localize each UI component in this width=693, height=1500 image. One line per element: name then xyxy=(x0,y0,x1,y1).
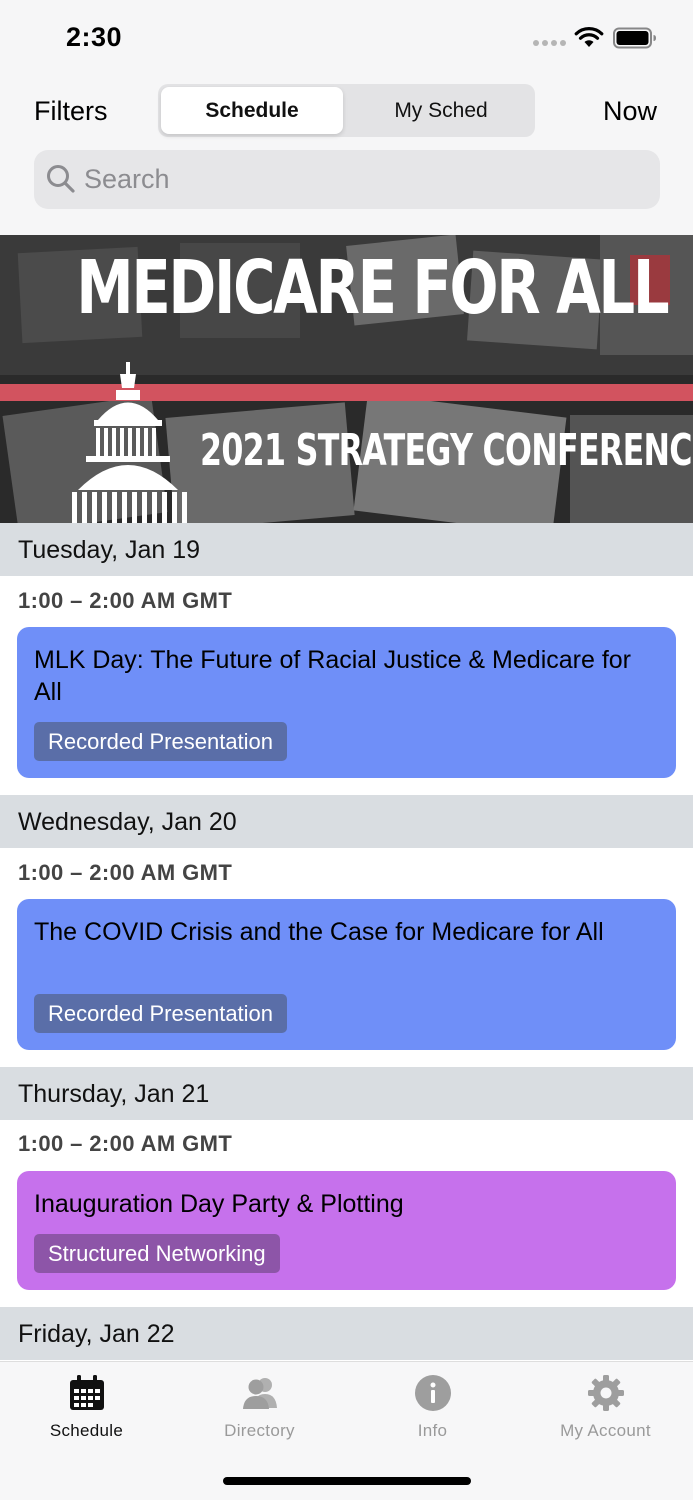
session-card[interactable]: MLK Day: The Future of Racial Justice & … xyxy=(17,627,676,778)
nav-row: Filters Schedule My Sched Now xyxy=(0,84,693,138)
capitol-dome-icon xyxy=(72,362,187,523)
session-card[interactable]: The COVID Crisis and the Case for Medica… xyxy=(17,899,676,1050)
segment-my-sched[interactable]: My Sched xyxy=(350,87,532,134)
session-type-tag: Recorded Presentation xyxy=(34,722,288,761)
session-title: The COVID Crisis and the Case for Medica… xyxy=(34,918,604,946)
day-header-label: Wednesday, Jan 20 xyxy=(18,808,237,836)
wifi-icon xyxy=(574,27,604,47)
search-input[interactable] xyxy=(82,150,642,209)
battery-icon xyxy=(613,27,656,49)
tab-label: Directory xyxy=(224,1421,295,1440)
tab-directory[interactable]: Directory xyxy=(173,1362,346,1452)
session-type-tag: Recorded Presentation xyxy=(34,994,288,1033)
session-card[interactable]: Inauguration Day Party & Plotting Struct… xyxy=(17,1171,676,1290)
search-bar[interactable] xyxy=(34,150,660,209)
schedule-segmented-control: Schedule My Sched xyxy=(158,84,535,137)
session-time: 1:00 – 2:00 AM GMT xyxy=(18,1131,233,1156)
tab-schedule[interactable]: Schedule xyxy=(0,1362,173,1452)
tab-my-account[interactable]: My Account xyxy=(519,1362,692,1452)
session-time: 1:00 – 2:00 AM GMT xyxy=(18,860,233,885)
session-title: Inauguration Day Party & Plotting xyxy=(34,1190,404,1218)
day-header-label: Friday, Jan 22 xyxy=(18,1320,175,1348)
day-header: Thursday, Jan 21 xyxy=(0,1067,693,1120)
tab-label: Schedule xyxy=(49,1421,124,1440)
people-icon xyxy=(243,1378,277,1409)
session-type-tag: Structured Networking xyxy=(34,1234,280,1273)
conference-banner: MEDICARE FOR ALL 2021 STRATEGY CONFERENC… xyxy=(0,235,693,523)
day-header: Tuesday, Jan 19 xyxy=(0,523,693,576)
banner-title: MEDICARE FOR ALL xyxy=(76,245,669,331)
status-time: 2:30 xyxy=(66,22,123,52)
segment-schedule[interactable]: Schedule xyxy=(161,87,343,134)
day-header: Friday, Jan 22 xyxy=(0,1307,693,1360)
tab-label: Info xyxy=(417,1421,448,1440)
tab-label: My Account xyxy=(560,1421,651,1440)
day-header: Wednesday, Jan 20 xyxy=(0,795,693,848)
calendar-icon xyxy=(70,1375,104,1410)
session-time: 1:00 – 2:00 AM GMT xyxy=(18,588,233,613)
home-indicator[interactable] xyxy=(223,1477,471,1485)
day-header-label: Tuesday, Jan 19 xyxy=(18,536,201,564)
info-icon xyxy=(415,1375,451,1411)
day-header-label: Thursday, Jan 21 xyxy=(18,1080,210,1108)
status-bar: 2:30 xyxy=(0,0,693,78)
session-title: MLK Day: The Future of Racial Justice & … xyxy=(34,646,631,706)
banner-subtitle: 2021 STRATEGY CONFERENCE xyxy=(200,425,693,476)
tab-info[interactable]: Info xyxy=(346,1362,519,1452)
search-icon xyxy=(47,165,75,193)
cellular-signal-icon xyxy=(533,40,567,48)
filters-button[interactable]: Filters xyxy=(34,96,108,127)
gear-icon xyxy=(588,1375,624,1411)
now-button[interactable]: Now xyxy=(603,96,657,127)
